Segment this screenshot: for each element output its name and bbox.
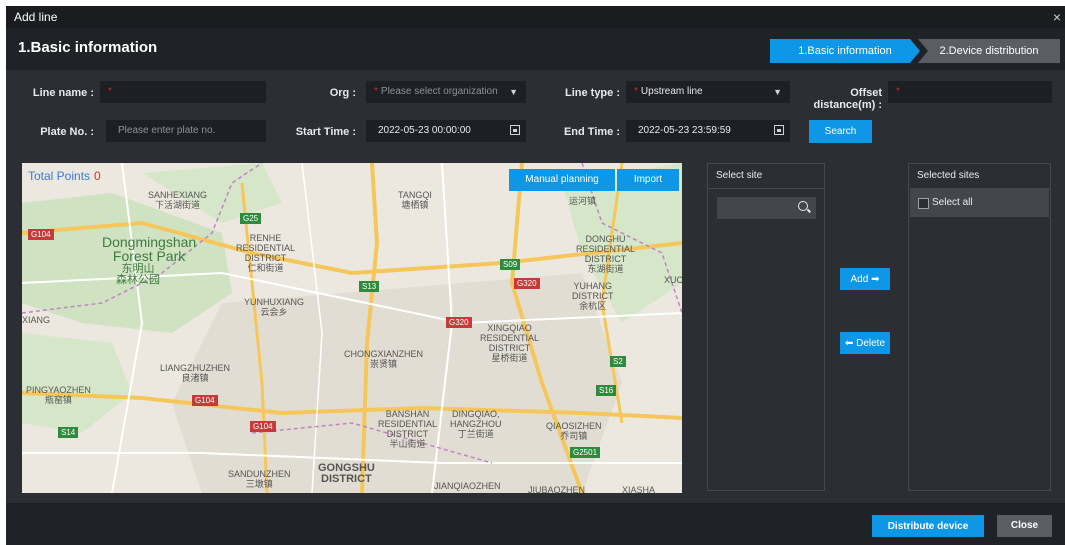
line-type-select[interactable]: * Upstream line ▼ (626, 81, 790, 103)
manual-planning-button[interactable]: Manual planning (509, 169, 615, 191)
step-device-distribution[interactable]: 2.Device distribution (918, 39, 1060, 63)
distribute-device-button[interactable]: Distribute device (872, 515, 984, 537)
map-label-jianqiao: JIANQIAOZHEN (434, 481, 501, 491)
map-label-xingqiao: XINGQIAO RESIDENTIAL DISTRICT 星桥街道 (480, 323, 540, 363)
map-label-tangqi: TANGQI 塘栖镇 (398, 190, 432, 210)
road-shield-g2501: G2501 (570, 447, 601, 458)
dialog-titlebar: Add line × (6, 6, 1065, 28)
plate-no-placeholder: Please enter plate no. (118, 125, 216, 136)
map-label-xiasha: XIASHA (622, 485, 656, 493)
road-shield-g320: G320 (446, 317, 472, 328)
line-type-label: Line type : (564, 87, 620, 99)
map-label-chongxian: CHONGXIANZHEN 崇贤镇 (344, 349, 424, 369)
plate-no-label: Plate No. : (40, 126, 94, 138)
total-points-label: Total Points (28, 169, 91, 183)
start-time-input[interactable]: 2022-05-23 00:00:00 (366, 120, 526, 142)
plate-no-input[interactable]: Please enter plate no. (106, 120, 266, 142)
map-label-yuhang: YUHANG DISTRICT 余杭区 (572, 281, 614, 311)
urban-area (172, 273, 622, 493)
org-label: Org : (329, 87, 356, 99)
end-time-label: End Time : (563, 126, 620, 138)
selected-sites-panel: Selected sites Select all (908, 163, 1051, 491)
line-name-label: Line name : (32, 87, 94, 99)
required-mark: * (634, 86, 638, 97)
map-label-sanhexiang: SANHEXIANG 下活湖街道 (148, 190, 208, 210)
select-site-panel: Select site (707, 163, 825, 491)
close-button[interactable]: Close (997, 515, 1052, 537)
add-button[interactable]: Add ➡ (840, 268, 890, 290)
required-mark: * (896, 86, 900, 97)
calendar-icon[interactable] (510, 125, 520, 135)
road-shield-s16: S16 (596, 385, 617, 396)
map-label-donghu: DONGHU RESIDENTIAL DISTRICT 东湖街道 (576, 234, 636, 274)
section-title: 1.Basic information (18, 39, 158, 56)
road-shield-s09: S09 (500, 259, 521, 270)
line-name-input[interactable]: * (100, 81, 266, 103)
chevron-down-icon: ▼ (509, 87, 518, 97)
road-shield-s13: S13 (359, 281, 380, 292)
site-search-input[interactable] (717, 197, 816, 219)
chevron-down-icon: ▼ (773, 87, 782, 97)
required-mark: * (108, 86, 112, 97)
road-shield-g104: G104 (250, 421, 276, 432)
map-label-yunhe: 运河镇 (569, 196, 597, 206)
map-view[interactable]: SANHEXIANG 下活湖街道 TANGQI 塘栖镇 运河镇 Dongming… (22, 163, 682, 493)
map-label-dingqiao: DINGQIAO, HANGZHOU 丁兰街道 (450, 409, 502, 439)
map-label-liangzhu: LIANGZHUZHEN 良渚镇 (160, 363, 231, 383)
map-label-dongmingshan: Dongmingshan Forest Park (102, 234, 197, 264)
dialog-title: Add line (14, 10, 58, 24)
road-shield-g104: G104 (192, 395, 218, 406)
offset-distance-input[interactable]: * (888, 81, 1052, 103)
org-placeholder: Please select organization (380, 86, 498, 97)
map-roads (22, 163, 682, 493)
step-basic-information[interactable]: 1.Basic information (770, 39, 920, 63)
step-header: 1.Basic information 1.Basic information … (6, 28, 1065, 70)
map-label-sandun: SANDUNZHEN 三墩镇 (228, 469, 291, 489)
map-label-pingyao: PINGYAOZHEN 瓶窑镇 (26, 385, 91, 405)
map-label-qiaosi: QIAOSIZHEN 乔司镇 (546, 421, 602, 441)
select-all-row[interactable]: Select all (910, 189, 1049, 217)
org-select[interactable]: * Please select organization ▼ (366, 81, 526, 103)
map-label-dongmingshan-cn: 东明山 森林公园 (116, 263, 160, 286)
map-label-xuc: XUC (664, 275, 682, 285)
total-points: Total Points 0 (28, 169, 101, 183)
road-shield-g104: G104 (28, 229, 54, 240)
map-label-gongshu: GONGSHU DISTRICT (318, 462, 375, 485)
total-points-value: 0 (94, 169, 101, 183)
select-all-label: Select all (932, 197, 973, 208)
select-site-title: Select site (708, 164, 824, 189)
map-label-renhe: RENHE RESIDENTIAL DISTRICT 仁和街道 (236, 233, 296, 273)
start-time-value: 2022-05-23 00:00:00 (378, 125, 471, 136)
search-button[interactable]: Search (809, 120, 872, 143)
map-label-banshan: BANSHAN RESIDENTIAL DISTRICT 半山街道 (378, 409, 438, 449)
road-shield-s14: S14 (58, 427, 79, 438)
selected-sites-title: Selected sites (909, 164, 1050, 189)
end-time-value: 2022-05-23 23:59:59 (638, 125, 731, 136)
calendar-icon[interactable] (774, 125, 784, 135)
start-time-label: Start Time : (295, 126, 356, 138)
close-icon[interactable]: × (1053, 6, 1061, 28)
search-icon[interactable] (798, 201, 808, 211)
road-shield-s2: S2 (610, 356, 626, 367)
end-time-input[interactable]: 2022-05-23 23:59:59 (626, 120, 790, 142)
offset-distance-label: Offset distance(m) : (813, 87, 882, 111)
map-label-xiang: XIANG (22, 315, 51, 325)
road-shield-g320: G320 (514, 278, 540, 289)
add-line-dialog: Add line × 1.Basic information 1.Basic i… (6, 6, 1065, 545)
required-mark: * (374, 86, 378, 97)
road-shield-g25: G25 (240, 213, 262, 224)
import-button[interactable]: Import (617, 169, 679, 191)
delete-button[interactable]: ⬅ Delete (840, 332, 890, 354)
line-type-value: Upstream line (640, 86, 703, 97)
map-label-yunhuxiang: YUNHUXIANG 云会乡 (244, 297, 305, 317)
map-label-jiubao: JIUBAOZHEN (528, 485, 586, 493)
select-all-checkbox[interactable] (918, 198, 929, 209)
